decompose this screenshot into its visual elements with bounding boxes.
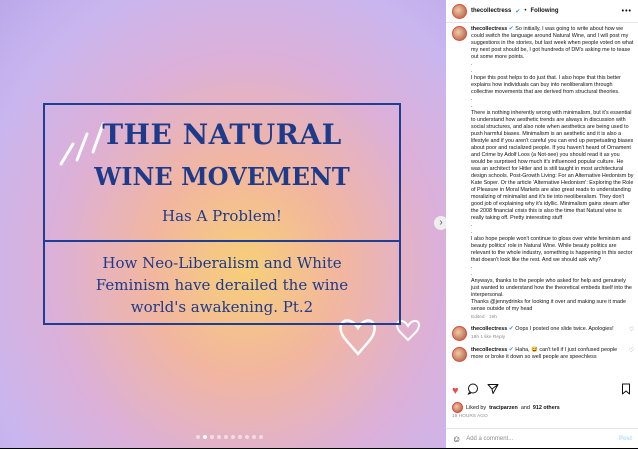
avatar xyxy=(452,402,463,413)
verified-badge-icon: ✔ xyxy=(515,8,521,15)
comment-like-icon[interactable]: ♡ xyxy=(629,347,634,362)
slide-subtitle: Has A Problem! xyxy=(162,207,282,225)
comment-like-icon[interactable]: ♡ xyxy=(629,326,634,341)
post-header: thecollectress ✔ • Following ••• xyxy=(446,0,638,23)
post-side-panel: thecollectress ✔ • Following ••• thecoll… xyxy=(446,0,638,448)
carousel-dot xyxy=(252,435,256,439)
post-timestamp: 19 HOURS AGO xyxy=(452,414,488,419)
avatar[interactable] xyxy=(452,3,467,19)
comment-username[interactable]: thecollectress xyxy=(471,326,507,332)
header-separator: • xyxy=(524,8,527,14)
heart-filled-icon[interactable]: ♥ xyxy=(452,384,459,398)
slide-card-divider xyxy=(43,240,401,242)
carousel-dot xyxy=(231,435,235,439)
verified-badge-icon: ✔ xyxy=(508,326,514,332)
liked-by-label: Liked by xyxy=(466,404,487,411)
carousel-dot xyxy=(259,435,263,439)
carousel-dot xyxy=(217,435,221,439)
comment-icon[interactable] xyxy=(466,383,479,399)
avatar[interactable] xyxy=(452,26,467,41)
carousel-dot xyxy=(196,435,200,439)
liked-by-user[interactable]: traciparzen xyxy=(489,405,518,411)
comment-username[interactable]: thecollectress xyxy=(471,347,507,353)
slide-body-line3: world's awakening. Pt.2 xyxy=(130,298,314,316)
likes-summary: Liked by traciparzen and 912 others xyxy=(452,402,560,413)
likes-others[interactable]: 912 others xyxy=(533,405,560,411)
carousel-dot xyxy=(238,435,242,439)
avatar[interactable] xyxy=(452,347,467,362)
add-comment-bar: ☺ Add a comment... Post xyxy=(446,428,638,449)
comments-section[interactable]: thecollectress ✔ So initially, I was goi… xyxy=(452,26,634,384)
comment-meta: 19h 1 like Reply xyxy=(471,335,506,340)
caption-username[interactable]: thecollectress xyxy=(471,26,507,32)
post-comment-button[interactable]: Post xyxy=(619,436,632,442)
slide-body-line1: How Neo-Liberalism and White xyxy=(102,254,342,272)
instagram-post-viewer: THE NATURAL WINE MOVEMENT Has A Problem!… xyxy=(0,0,638,448)
carousel-indicator xyxy=(196,435,263,439)
carousel-dot xyxy=(210,435,214,439)
post-image[interactable]: THE NATURAL WINE MOVEMENT Has A Problem!… xyxy=(0,0,446,448)
comment-input[interactable]: Add a comment... xyxy=(466,436,614,442)
caption-meta: Edited · 19h xyxy=(471,315,497,320)
comment-text: Oops I posted one slide twice. Apologies… xyxy=(515,326,614,332)
comment-item: thecollectress ✔ Oops I posted one slide… xyxy=(452,326,634,341)
comment-item: thecollectress ✔ Haha, 😅 can't tell if I… xyxy=(452,347,634,362)
likes-and: and xyxy=(520,404,530,411)
carousel-dot xyxy=(224,435,228,439)
following-button[interactable]: Following xyxy=(531,8,559,14)
share-icon[interactable] xyxy=(487,383,499,399)
caption-body: So initially, I was going to write about… xyxy=(471,26,634,312)
action-bar: ♥ xyxy=(452,383,632,399)
caption: thecollectress ✔ So initially, I was goi… xyxy=(452,26,634,320)
caption-text: thecollectress ✔ So initially, I was goi… xyxy=(471,26,634,313)
bookmark-icon[interactable] xyxy=(620,383,632,399)
carousel-dot xyxy=(245,435,249,439)
verified-badge-icon: ✔ xyxy=(508,347,514,353)
slide-body: How Neo-Liberalism and White Feminism ha… xyxy=(55,252,389,318)
slide-title-line2: WINE MOVEMENT xyxy=(94,162,350,191)
header-username[interactable]: thecollectress xyxy=(471,8,511,14)
avatar[interactable] xyxy=(452,326,467,341)
slide-title-line1: THE NATURAL xyxy=(102,118,342,151)
more-horizontal-icon[interactable]: ••• xyxy=(622,8,632,15)
verified-badge-icon: ✔ xyxy=(508,26,514,32)
smiley-icon[interactable]: ☺ xyxy=(452,434,461,444)
carousel-dot xyxy=(203,435,207,439)
slide-body-line2: Feminism have derailed the wine xyxy=(95,276,349,294)
